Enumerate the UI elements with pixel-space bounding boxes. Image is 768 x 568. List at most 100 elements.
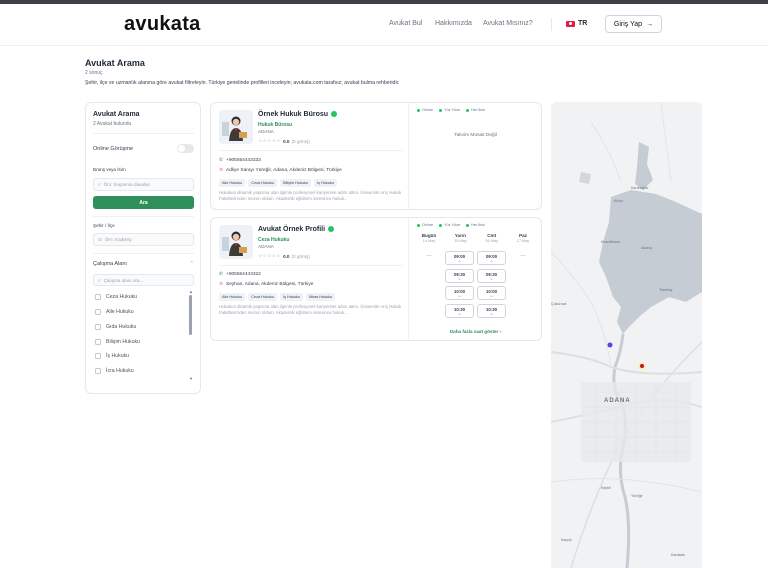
areas-header[interactable]: Çalışma Alanı ⌃ bbox=[93, 261, 194, 267]
legend-both: Her İkisi bbox=[466, 108, 485, 112]
calendar-panel: Online Yüz Yüze Her İkisi Bugün 14 May Ya… bbox=[408, 218, 542, 340]
area-checkbox[interactable]: Gıda Hukuku bbox=[95, 324, 136, 330]
no-slot-dash: — bbox=[426, 253, 432, 259]
areas-placeholder: Çalışma alanı ara... bbox=[103, 277, 144, 283]
lawyer-card[interactable]: Avukat Örnek Profili Ceza Hukuku ADANA ☆… bbox=[210, 217, 542, 341]
practice-tag: İş Hukuku bbox=[313, 179, 337, 187]
area-checkbox[interactable]: Bilişim Hukuku bbox=[95, 339, 140, 345]
scroll-down-icon[interactable]: ▼ bbox=[189, 376, 193, 381]
legend-online: Online bbox=[417, 223, 433, 227]
day-header: Paz 17 May bbox=[508, 233, 538, 243]
slot-time: 09:30 bbox=[486, 271, 497, 277]
lawyer-card[interactable]: Örnek Hukuk Bürosu Hukuk Bürosu ADANA ☆☆… bbox=[210, 102, 542, 210]
checkbox-icon bbox=[95, 294, 101, 300]
area-checkbox[interactable]: Aile Hukuku bbox=[95, 309, 134, 315]
slot-column-saturday: 09:00 •• 09:30 •• 10:00 •• 10:30 •• bbox=[477, 251, 507, 321]
time-slot-button[interactable]: 09:30 •• bbox=[477, 268, 506, 283]
phone-row[interactable]: ✆ +905554443333 bbox=[219, 158, 261, 163]
areas-title: Çalışma Alanı bbox=[93, 261, 127, 267]
city-label: Şehir / İlçe bbox=[93, 223, 115, 228]
login-button[interactable]: Giriş Yap → bbox=[605, 15, 662, 33]
lawyer-specialty: Hukuk Bürosu bbox=[258, 122, 293, 128]
divider bbox=[93, 216, 194, 217]
legend-label: Her İkisi bbox=[471, 223, 485, 227]
time-slot-button[interactable]: 09:00 •• bbox=[477, 251, 506, 265]
legend-label: Yüz Yüze bbox=[443, 223, 461, 227]
phone-icon: ✆ bbox=[219, 272, 224, 277]
map-marker-red[interactable] bbox=[640, 364, 644, 368]
area-checkbox[interactable]: Ceza Hukuku bbox=[95, 294, 137, 300]
map-label: Karahöyük bbox=[631, 186, 649, 190]
divider bbox=[93, 133, 194, 134]
legend-label: Online bbox=[422, 108, 433, 112]
online-toggle[interactable] bbox=[177, 144, 194, 153]
calendar-panel: Online Yüz Yüze Her İkisi Takvim Müsait … bbox=[408, 103, 542, 209]
areas-search-input[interactable]: ⌕ Çalışma alanı ara... bbox=[93, 274, 194, 286]
online-label: Online Görüşme bbox=[93, 146, 134, 152]
legend-label: Her İkisi bbox=[471, 108, 485, 112]
time-slot-button[interactable]: 10:00 •• bbox=[477, 286, 506, 300]
time-slot-button[interactable]: 10:30 •• bbox=[445, 303, 474, 318]
areas-scrollbar[interactable] bbox=[189, 295, 192, 335]
chevron-right-icon: › bbox=[499, 329, 502, 334]
day-name: Paz bbox=[519, 233, 527, 238]
legend-label: Yüz Yüze bbox=[443, 108, 461, 112]
address-text: Seyhan, Adana, Akdeniz Bölgesi, Türkiye bbox=[226, 282, 314, 287]
time-slot-button[interactable]: 09:00 •• bbox=[445, 251, 474, 265]
lawyer-specialty: Ceza Hukuku bbox=[258, 237, 290, 243]
map-panel[interactable]: Kılıçlı Karahöyük Kiremithane Tepeköy Ak… bbox=[551, 102, 702, 568]
verified-check-icon bbox=[331, 111, 338, 118]
area-checkbox[interactable]: İcra Hukuku bbox=[95, 368, 134, 374]
lawyer-name-wrap[interactable]: Avukat Örnek Profili bbox=[258, 226, 335, 233]
legend-dot bbox=[466, 108, 470, 112]
day-header: Cmt 16 May bbox=[477, 233, 507, 243]
day-date: 16 May bbox=[485, 239, 498, 243]
language-selector[interactable]: TR bbox=[566, 20, 587, 27]
legend-dot bbox=[438, 108, 442, 112]
legend-online: Online bbox=[417, 108, 433, 112]
practice-tag: İş Hukuku bbox=[280, 293, 303, 301]
lawyer-name-wrap[interactable]: Örnek Hukuk Bürosu bbox=[258, 111, 338, 118]
site-header: avukata Avukat Bul Hakkımızda Avukat Mıs… bbox=[0, 4, 768, 46]
area-label: İcra Hukuku bbox=[106, 368, 134, 374]
availability-legend: Online Yüz Yüze Her İkisi bbox=[417, 223, 485, 227]
nav-about[interactable]: Hakkımızda bbox=[435, 20, 472, 27]
area-label: İş Hukuku bbox=[106, 353, 130, 359]
more-slots-link[interactable]: Daha fazla saat göster › bbox=[409, 329, 542, 334]
day-date: 17 May bbox=[516, 239, 530, 243]
address-text: Adliye Sarayı Yüreğir, Adana, Akdeniz Bö… bbox=[226, 168, 342, 173]
time-slot-button[interactable]: 10:00 •• bbox=[445, 286, 474, 300]
nav-find-lawyer[interactable]: Avukat Bul bbox=[389, 20, 422, 27]
sidebar-found-count: 2 Avukat bulundu bbox=[93, 121, 132, 127]
no-slot-dash: — bbox=[520, 253, 526, 259]
result-count: 2 sonuç bbox=[85, 70, 103, 76]
page-title: Avukat Arama bbox=[85, 58, 145, 68]
map-city-label: ADANA bbox=[604, 398, 631, 404]
time-slot-button[interactable]: 09:30 •• bbox=[445, 268, 474, 283]
map-marker-blue[interactable] bbox=[607, 342, 613, 348]
divider bbox=[93, 253, 194, 254]
area-label: Bilişim Hukuku bbox=[106, 339, 141, 345]
day-name: Cmt bbox=[487, 233, 497, 238]
area-checkbox[interactable]: İş Hukuku bbox=[95, 353, 129, 359]
location-pin-icon: ⊙ bbox=[219, 282, 224, 287]
phone-row[interactable]: ✆ +905554443322 bbox=[219, 272, 261, 277]
search-button[interactable]: Ara bbox=[93, 196, 194, 209]
legend-face: Yüz Yüze bbox=[438, 108, 461, 112]
checkbox-icon bbox=[95, 353, 101, 359]
slot-column-today: — bbox=[414, 251, 444, 259]
time-slot-button[interactable]: 10:30 •• bbox=[477, 303, 506, 318]
branch-search-input[interactable]: ⌕ Örn: boşanma davaları bbox=[93, 178, 194, 191]
map-canvas[interactable] bbox=[551, 102, 702, 568]
tag-list: Aile Hukuku Ceza Hukuku Bilişim Hukuku İ… bbox=[219, 179, 337, 187]
nav-divider bbox=[551, 18, 552, 31]
map-label: Tepeköy bbox=[659, 288, 673, 292]
login-label: Giriş Yap bbox=[613, 20, 643, 28]
filter-sidebar: Avukat Arama 2 Avukat bulundu Online Gör… bbox=[85, 102, 201, 394]
scroll-up-icon[interactable]: ▲ bbox=[189, 289, 193, 294]
online-dot-icon: •• bbox=[490, 276, 493, 281]
online-dot-icon: •• bbox=[458, 276, 461, 281]
logo[interactable]: avukata bbox=[124, 13, 201, 36]
nav-are-you-lawyer[interactable]: Avukat Mısınız? bbox=[483, 20, 533, 27]
city-input[interactable]: ⊙ Örn: Kadıköy bbox=[93, 233, 194, 246]
